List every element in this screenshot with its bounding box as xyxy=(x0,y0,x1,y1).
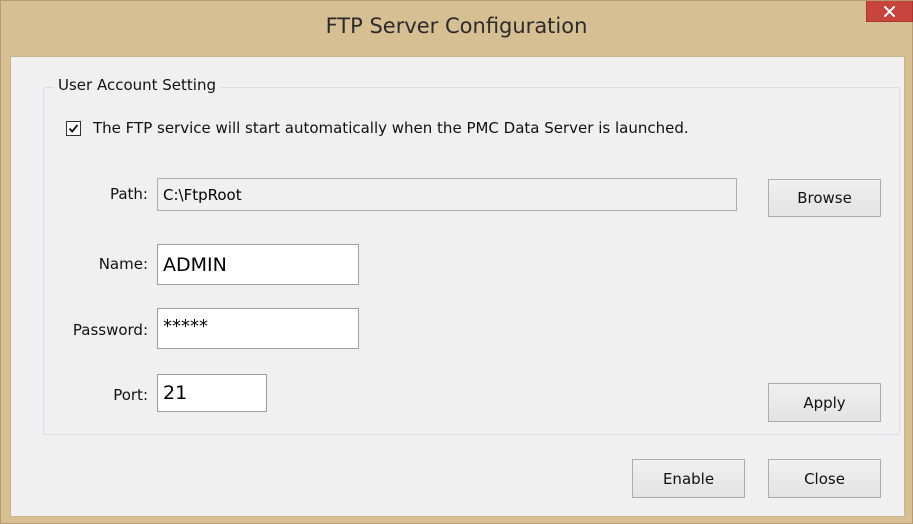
port-value: 21 xyxy=(163,382,188,404)
name-label: Name: xyxy=(98,255,148,273)
checkmark-icon xyxy=(68,123,79,133)
autostart-label: The FTP service will start automatically… xyxy=(93,119,689,137)
title-bar[interactable]: FTP Server Configuration xyxy=(1,1,913,56)
password-value: ***** xyxy=(163,316,208,337)
path-field[interactable]: C:\FtpRoot xyxy=(157,178,737,211)
port-field[interactable]: 21 xyxy=(157,374,267,412)
close-button[interactable]: Close xyxy=(768,459,881,498)
autostart-option[interactable]: The FTP service will start automatically… xyxy=(66,119,689,137)
password-field[interactable]: ***** xyxy=(157,308,359,349)
window-title: FTP Server Configuration xyxy=(325,14,588,38)
name-field[interactable]: ADMIN xyxy=(157,244,359,285)
dialog-body: User Account Setting The FTP service wil… xyxy=(10,56,905,517)
autostart-checkbox[interactable] xyxy=(66,120,81,136)
close-icon xyxy=(884,5,895,17)
password-label: Password: xyxy=(72,321,148,339)
path-label: Path: xyxy=(109,185,148,203)
name-value: ADMIN xyxy=(163,253,227,276)
port-label: Port: xyxy=(113,386,148,404)
path-value: C:\FtpRoot xyxy=(163,185,242,204)
group-title: User Account Setting xyxy=(54,76,220,94)
apply-button[interactable]: Apply xyxy=(768,383,881,422)
ftp-config-window: FTP Server Configuration User Account Se… xyxy=(0,0,913,524)
browse-button[interactable]: Browse xyxy=(768,179,881,217)
window-close-button[interactable] xyxy=(866,1,913,22)
enable-button[interactable]: Enable xyxy=(632,459,745,498)
